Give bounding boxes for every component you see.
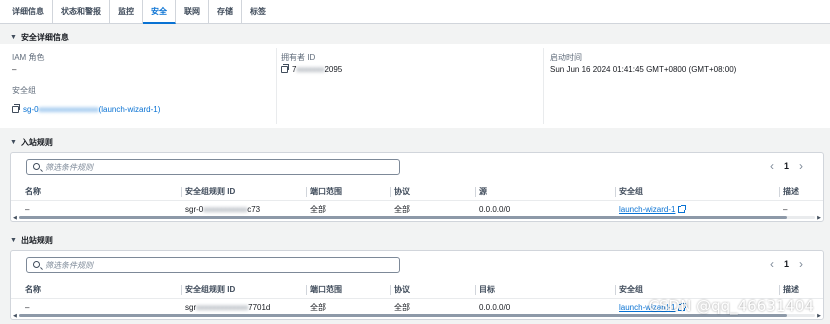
column-header-protocol[interactable]: 协议 [390, 281, 410, 298]
outbound-rules-header[interactable]: ▼ 出站规则 [10, 235, 53, 246]
chevron-left-icon[interactable]: ‹ [770, 159, 774, 173]
tab-security[interactable]: 安全 [143, 0, 176, 24]
security-group-value: sg-0xxxxxxxxxxxxxxx(launch-wizard-1) [12, 104, 160, 114]
chevron-right-icon[interactable]: › [799, 257, 803, 271]
inbound-rules-table: ‹ 1 › 名称 安全组规则 ID 端口范围 协议 源 安全组 描述 – sgr… [10, 152, 824, 222]
column-header-rule-id[interactable]: 安全组规则 ID [181, 281, 235, 298]
launch-time-value: Sun Jun 16 2024 01:41:45 GMT+0800 (GMT+0… [550, 65, 737, 74]
security-details-title: 安全详细信息 [20, 33, 69, 42]
security-details-panel: IAM 角色 – 安全组 sg-0xxxxxxxxxxxxxxx(launch-… [0, 44, 830, 128]
caret-down-icon: ▼ [10, 237, 17, 244]
inbound-search-input-box[interactable] [26, 159, 400, 175]
column-header-name[interactable]: 名称 [25, 281, 41, 298]
search-icon [33, 163, 40, 170]
column-header-protocol[interactable]: 协议 [390, 183, 410, 200]
column-header-port-range[interactable]: 端口范围 [306, 281, 342, 298]
details-col-2: 拥有者 ID 7xxxxxxx2095 [281, 44, 543, 128]
column-header-description[interactable]: 描述 [779, 183, 799, 200]
scroll-right-icon[interactable]: ▶ [817, 215, 821, 221]
copy-icon[interactable] [12, 104, 20, 113]
page-number[interactable]: 1 [784, 259, 789, 269]
scroll-right-icon[interactable]: ▶ [817, 313, 821, 319]
owner-id-value: 7xxxxxxx2095 [281, 64, 342, 74]
column-header-rule-id[interactable]: 安全组规则 ID [181, 183, 235, 200]
tab-details[interactable]: 详细信息 [4, 0, 53, 24]
tab-networking[interactable]: 联网 [176, 0, 209, 24]
outbound-search-input[interactable] [45, 259, 385, 271]
chevron-left-icon[interactable]: ‹ [770, 257, 774, 271]
inbound-rules-header[interactable]: ▼ 入站规则 [10, 137, 53, 148]
column-header-port-range[interactable]: 端口范围 [306, 183, 342, 200]
security-group-link[interactable]: sg-0xxxxxxxxxxxxxxx(launch-wizard-1) [23, 105, 160, 114]
security-details-header[interactable]: ▼ 安全详细信息 [10, 32, 69, 43]
watermark-text: CSDN @qq_46631404 [648, 297, 814, 315]
inbound-rules-title: 入站规则 [20, 138, 53, 147]
tab-tags[interactable]: 标签 [242, 0, 274, 24]
details-col-3: 启动时间 Sun Jun 16 2024 01:41:45 GMT+0800 (… [550, 44, 820, 128]
iam-role-label: IAM 角色 [12, 53, 45, 62]
search-icon [33, 261, 40, 268]
tab-storage[interactable]: 存储 [209, 0, 242, 24]
page-number[interactable]: 1 [784, 161, 789, 171]
launch-time-label: 启动时间 [550, 53, 582, 62]
tab-status-alarms[interactable]: 状态和警报 [53, 0, 110, 24]
outbound-search-input-box[interactable] [26, 257, 400, 273]
tab-bar: 详细信息 状态和警报 监控 安全 联网 存储 标签 [0, 0, 830, 24]
outbound-pagination: ‹ 1 › [770, 257, 803, 271]
security-group-link[interactable]: launch-wizard-1 [619, 205, 675, 214]
iam-role-value: – [12, 65, 17, 74]
outbound-rules-title: 出站规则 [20, 236, 53, 245]
chevron-right-icon[interactable]: › [799, 159, 803, 173]
horizontal-scrollbar[interactable]: ◀ ▶ [13, 215, 821, 221]
column-header-security-group[interactable]: 安全组 [615, 183, 643, 200]
column-header-description[interactable]: 描述 [779, 281, 799, 298]
caret-down-icon: ▼ [10, 34, 17, 41]
scroll-left-icon[interactable]: ◀ [13, 313, 17, 319]
column-header-destination[interactable]: 目标 [475, 281, 495, 298]
column-header-name[interactable]: 名称 [25, 183, 41, 200]
column-divider [276, 48, 277, 124]
copy-icon[interactable] [281, 64, 289, 73]
details-col-1: IAM 角色 – 安全组 sg-0xxxxxxxxxxxxxxx(launch-… [10, 44, 272, 128]
scroll-left-icon[interactable]: ◀ [13, 215, 17, 221]
column-header-source[interactable]: 源 [475, 183, 487, 200]
inbound-pagination: ‹ 1 › [770, 159, 803, 173]
tab-monitoring[interactable]: 监控 [110, 0, 143, 24]
security-group-label: 安全组 [12, 86, 36, 95]
owner-id-label: 拥有者 ID [281, 53, 316, 62]
inbound-search-input[interactable] [45, 161, 385, 173]
column-header-security-group[interactable]: 安全组 [615, 281, 643, 298]
column-divider [543, 48, 544, 124]
caret-down-icon: ▼ [10, 139, 17, 146]
inbound-table-header: 名称 安全组规则 ID 端口范围 协议 源 安全组 描述 [11, 183, 823, 201]
scrollbar-thumb[interactable] [19, 216, 787, 219]
external-link-icon[interactable] [678, 204, 687, 213]
